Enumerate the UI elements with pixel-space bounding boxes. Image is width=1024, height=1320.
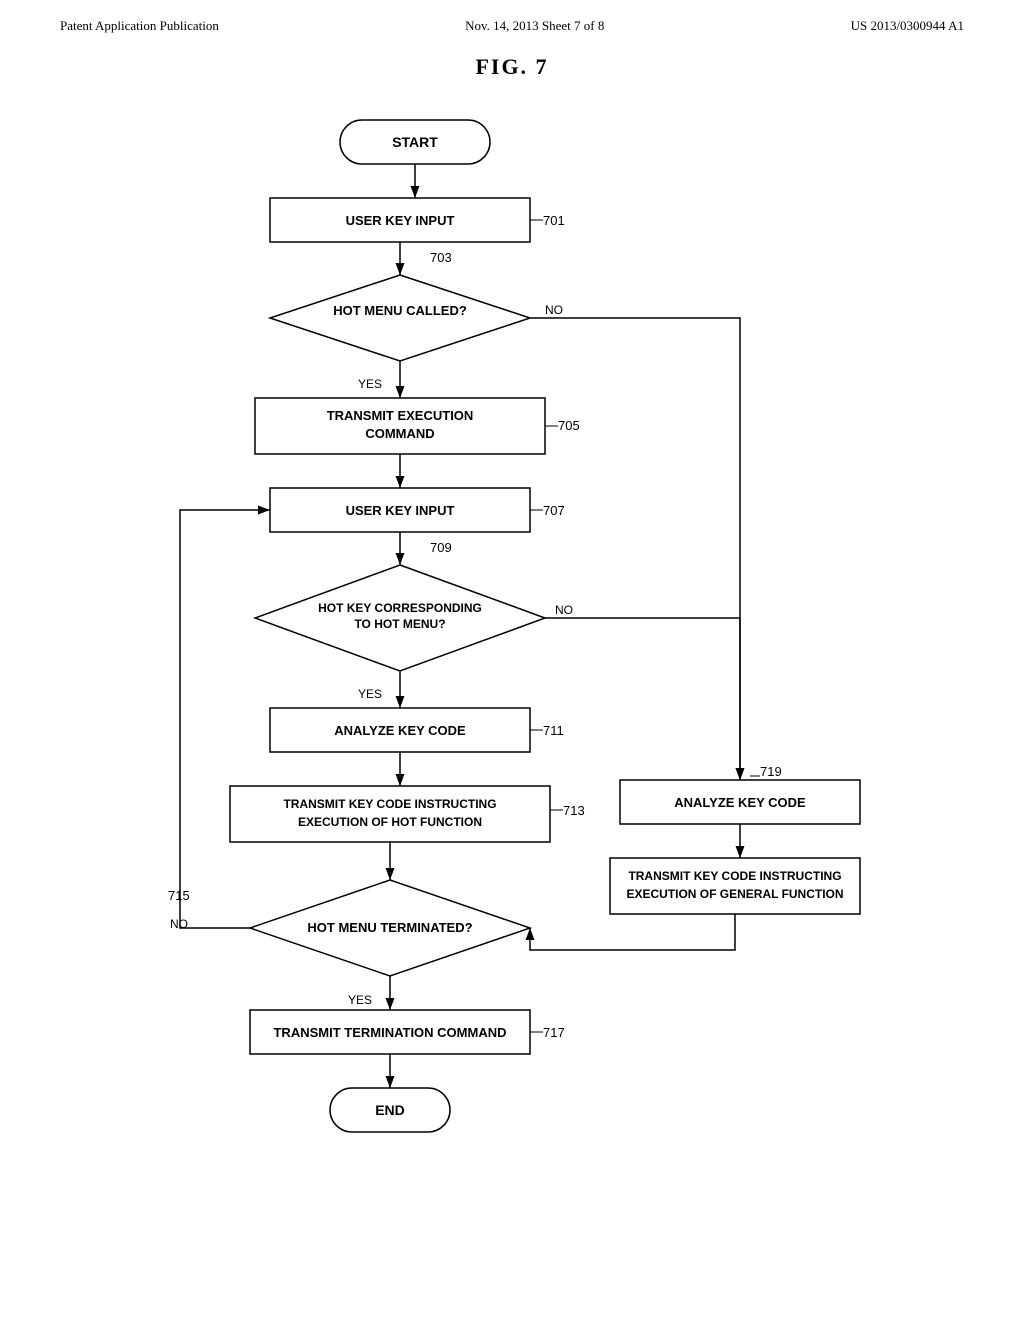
analyze-key-code-719-node: ANALYZE KEY CODE bbox=[620, 780, 860, 824]
svg-text:YES: YES bbox=[358, 377, 382, 391]
svg-text:COMMAND: COMMAND bbox=[365, 426, 434, 441]
svg-text:703: 703 bbox=[430, 250, 452, 265]
user-key-input-1-node: USER KEY INPUT bbox=[270, 198, 530, 242]
hot-menu-terminated-node: HOT MENU TERMINATED? bbox=[250, 880, 530, 976]
transmit-key-code-hot-node: TRANSMIT KEY CODE INSTRUCTING EXECUTION … bbox=[230, 786, 550, 842]
svg-text:713: 713 bbox=[563, 803, 585, 818]
transmit-execution-node: TRANSMIT EXECUTION COMMAND bbox=[255, 398, 545, 454]
hot-key-corresponding-node: HOT KEY CORRESPONDING TO HOT MENU? bbox=[255, 565, 545, 671]
svg-text:END: END bbox=[375, 1102, 405, 1118]
svg-text:HOT KEY CORRESPONDING: HOT KEY CORRESPONDING bbox=[318, 601, 482, 615]
hot-menu-called-node: HOT MENU CALLED? bbox=[270, 275, 530, 361]
transmit-key-code-general-node: TRANSMIT KEY CODE INSTRUCTING EXECUTION … bbox=[610, 858, 860, 914]
svg-text:NO: NO bbox=[555, 603, 573, 617]
start-node: START bbox=[340, 120, 490, 164]
svg-text:TO HOT MENU?: TO HOT MENU? bbox=[354, 617, 445, 631]
svg-text:HOT MENU CALLED?: HOT MENU CALLED? bbox=[333, 303, 467, 318]
svg-text:705: 705 bbox=[558, 418, 580, 433]
svg-text:NO: NO bbox=[170, 917, 188, 931]
svg-text:HOT MENU TERMINATED?: HOT MENU TERMINATED? bbox=[307, 920, 472, 935]
svg-text:NO: NO bbox=[545, 303, 563, 317]
analyze-key-code-711-node: ANALYZE KEY CODE bbox=[270, 708, 530, 752]
header-left: Patent Application Publication bbox=[60, 18, 219, 34]
svg-text:ANALYZE KEY CODE: ANALYZE KEY CODE bbox=[334, 723, 466, 738]
svg-text:TRANSMIT KEY CODE INSTRUCTING: TRANSMIT KEY CODE INSTRUCTING bbox=[283, 797, 496, 811]
header-middle: Nov. 14, 2013 Sheet 7 of 8 bbox=[465, 18, 604, 34]
svg-text:707: 707 bbox=[543, 503, 565, 518]
figure-title: FIG. 7 bbox=[0, 54, 1024, 80]
svg-text:TRANSMIT EXECUTION: TRANSMIT EXECUTION bbox=[327, 408, 474, 423]
svg-text:TRANSMIT TERMINATION COMMAND: TRANSMIT TERMINATION COMMAND bbox=[273, 1025, 506, 1040]
transmit-termination-node: TRANSMIT TERMINATION COMMAND bbox=[250, 1010, 530, 1054]
end-node: END bbox=[330, 1088, 450, 1132]
flowchart-diagram: START USER KEY INPUT 701 703 HOT MENU CA… bbox=[0, 80, 1024, 1240]
svg-text:EXECUTION OF HOT FUNCTION: EXECUTION OF HOT FUNCTION bbox=[298, 815, 482, 829]
svg-text:717: 717 bbox=[543, 1025, 565, 1040]
svg-text:TRANSMIT KEY CODE INSTRUCTING: TRANSMIT KEY CODE INSTRUCTING bbox=[628, 869, 841, 883]
header-right: US 2013/0300944 A1 bbox=[851, 18, 964, 34]
svg-text:715: 715 bbox=[168, 888, 190, 903]
page-header: Patent Application Publication Nov. 14, … bbox=[0, 0, 1024, 44]
svg-text:711: 711 bbox=[543, 723, 564, 738]
svg-text:USER KEY INPUT: USER KEY INPUT bbox=[346, 503, 455, 518]
svg-text:709: 709 bbox=[430, 540, 452, 555]
svg-text:START: START bbox=[392, 134, 438, 150]
svg-text:USER KEY INPUT: USER KEY INPUT bbox=[346, 213, 455, 228]
svg-text:719: 719 bbox=[760, 764, 782, 779]
svg-text:YES: YES bbox=[358, 687, 382, 701]
svg-text:ANALYZE KEY CODE: ANALYZE KEY CODE bbox=[674, 795, 806, 810]
svg-text:EXECUTION OF GENERAL FUNCTION: EXECUTION OF GENERAL FUNCTION bbox=[626, 887, 843, 901]
svg-text:YES: YES bbox=[348, 993, 372, 1007]
svg-text:701: 701 bbox=[543, 213, 565, 228]
user-key-input-2-node: USER KEY INPUT bbox=[270, 488, 530, 532]
